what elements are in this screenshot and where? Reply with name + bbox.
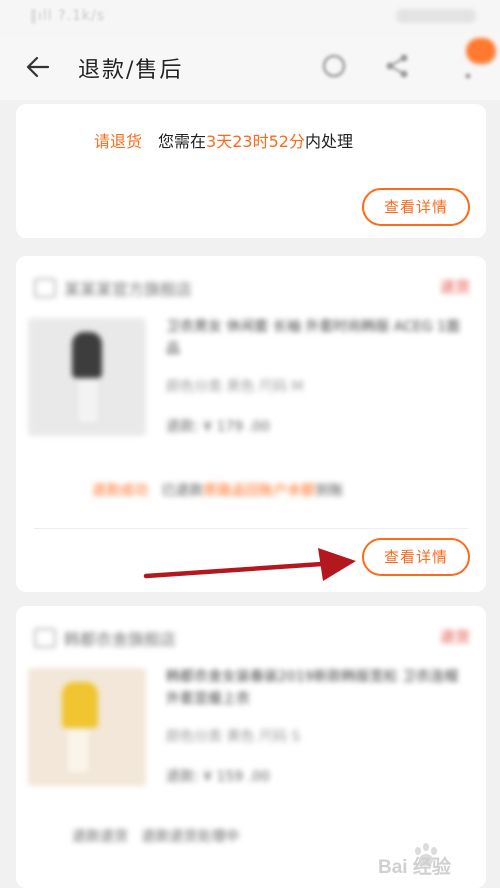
deadline-minutes: 52分 bbox=[268, 132, 305, 151]
product-thumbnail[interactable] bbox=[28, 668, 146, 786]
status-bar-text: ‖ıll ?.1k/s bbox=[30, 8, 106, 24]
product-price: 退款: ¥ 159 .00 bbox=[166, 769, 270, 785]
shop-name[interactable]: 某某某官方旗舰店 bbox=[64, 276, 192, 300]
shop-name[interactable]: 韩都衣舍旗舰店 bbox=[64, 626, 176, 650]
product-title[interactable]: 韩都衣舍女装春装2019新款韩版宽松 卫衣连帽外套显瘦上衣 bbox=[166, 666, 466, 710]
customer-service-icon[interactable] bbox=[320, 52, 348, 80]
refund-status-row: 退款退货 退款退货处理中 bbox=[72, 826, 239, 846]
baidu-watermark: Bai 经验 bbox=[374, 838, 494, 878]
product-image-body bbox=[62, 682, 98, 728]
header: 退款/售后 bbox=[0, 34, 500, 100]
deadline-hours: 23时 bbox=[232, 132, 269, 151]
share-icon[interactable] bbox=[384, 52, 412, 80]
watermark-text: Bai 经验 bbox=[378, 857, 451, 878]
deadline-suffix: 内处理 bbox=[304, 132, 353, 151]
extra-text-b: 退款退货处理中 bbox=[141, 829, 240, 845]
divider bbox=[34, 528, 468, 529]
product-image-legs bbox=[76, 378, 100, 424]
product-price: 退款: ¥ 179 .00 bbox=[166, 419, 270, 435]
extra-text-a: 退款退货 bbox=[72, 829, 128, 845]
refund-status-label: 退款成功 bbox=[92, 483, 148, 499]
refund-status-row: 退款成功 已退款原路返回账户余额到账 bbox=[92, 480, 343, 500]
shop-icon bbox=[34, 628, 56, 648]
return-status-label: 请退货 bbox=[94, 132, 143, 151]
deadline-prefix: 您需在 bbox=[158, 132, 207, 151]
refund-text-c: 到账 bbox=[315, 483, 344, 499]
shop-icon bbox=[34, 278, 56, 298]
shop-row[interactable]: 某某某官方旗舰店 退货 bbox=[34, 274, 474, 300]
order-card-refunded[interactable]: 某某某官方旗舰店 退货 卫衣男女 休闲套 长袖 外套时尚韩版 ACEG 1面品 … bbox=[16, 256, 486, 592]
product-spec: 颜色分类 黑色 尺码 M bbox=[166, 379, 304, 395]
order-card-return: 请退货 您需在3天23时52分内处理 查看详情 bbox=[16, 104, 486, 238]
refund-text-a: 已退款 bbox=[161, 483, 204, 499]
product-title[interactable]: 卫衣男女 休闲套 长袖 外套时尚韩版 ACEG 1面品 bbox=[166, 316, 466, 360]
page-title: 退款/售后 bbox=[78, 58, 184, 83]
product-spec: 颜色分类 黄色 尺码 S bbox=[166, 729, 301, 745]
product-image-legs bbox=[66, 728, 90, 774]
product-image-body bbox=[72, 332, 102, 378]
refund-text-b: 原路返回账户余额 bbox=[203, 483, 316, 499]
product-thumbnail[interactable] bbox=[28, 318, 146, 436]
status-bar: ‖ıll ?.1k/s bbox=[0, 0, 500, 34]
deadline-days: 3天 bbox=[206, 132, 233, 151]
message-badge bbox=[466, 38, 496, 64]
status-tag: 退货 bbox=[439, 278, 470, 296]
view-details-button[interactable]: 查看详情 bbox=[362, 538, 470, 576]
shop-row[interactable]: 韩都衣舍旗舰店 退货 bbox=[34, 624, 474, 650]
status-bar-indicators bbox=[396, 9, 476, 23]
back-arrow-icon[interactable] bbox=[22, 50, 56, 84]
view-details-button[interactable]: 查看详情 bbox=[362, 188, 470, 226]
return-deadline-row: 请退货 您需在3天23时52分内处理 bbox=[94, 128, 353, 152]
status-tag: 退货 bbox=[439, 628, 470, 646]
